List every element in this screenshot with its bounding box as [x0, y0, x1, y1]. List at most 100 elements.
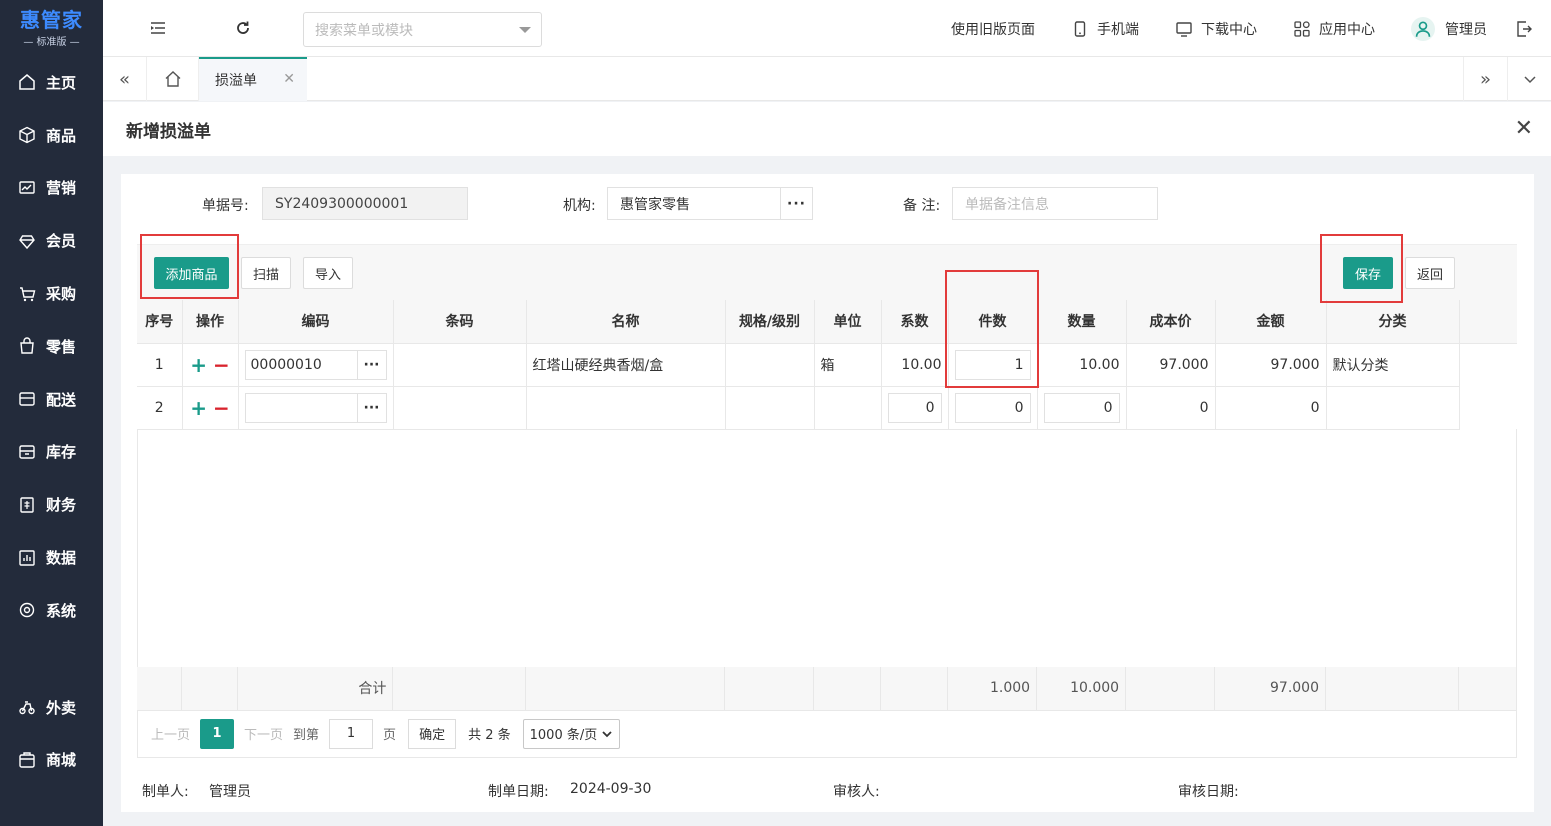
tab-close-icon[interactable]: ✕: [283, 71, 295, 87]
download-center-label: 下载中心: [1201, 21, 1257, 38]
total-cell: [1125, 667, 1216, 711]
menu-toggle-icon[interactable]: [147, 17, 169, 39]
sidebar-item-delivery[interactable]: 配送: [0, 373, 103, 426]
chevron-down-icon: [602, 730, 612, 737]
sidebar-item-mall[interactable]: 商城: [0, 734, 103, 787]
total-table: 合计 1.000 10.000 97.000: [137, 667, 1518, 711]
total-row: 合计 1.000 10.000 97.000: [137, 667, 1518, 711]
remove-row-icon[interactable]: −: [213, 353, 230, 377]
total-cell: [392, 667, 527, 711]
goto-page-input[interactable]: 1: [329, 718, 374, 749]
code-input[interactable]: 00000010 ···: [244, 349, 387, 380]
add-row-icon[interactable]: +: [190, 353, 207, 377]
total-cell: [724, 667, 815, 711]
add-goods-button[interactable]: 添加商品: [154, 257, 229, 289]
row-factor: 10.00: [881, 343, 949, 387]
code-picker-more-icon[interactable]: ···: [356, 393, 386, 422]
row-amount: 97.000: [1215, 343, 1327, 387]
page-header: 新增损溢单 ✕: [103, 102, 1551, 156]
logo-title: 惠管家: [20, 7, 83, 32]
inventory-icon: [18, 443, 36, 461]
page-size-select[interactable]: 1000 条/页: [522, 718, 621, 749]
menu-search-select[interactable]: 搜索菜单或模块: [303, 12, 542, 47]
qty-input[interactable]: 0: [1043, 392, 1120, 423]
code-value: 00000010: [250, 356, 322, 373]
tabs-scroll-left-icon[interactable]: «: [103, 57, 147, 101]
back-button[interactable]: 返回: [1405, 257, 1455, 289]
column-header: 操作: [182, 300, 239, 344]
logout-icon: [1517, 20, 1532, 37]
row-qty: 10.00: [1037, 343, 1127, 387]
search-placeholder: 搜索菜单或模块: [315, 22, 413, 39]
total-cell: [1458, 667, 1518, 711]
code-input[interactable]: ···: [244, 392, 387, 423]
column-header: 件数: [948, 300, 1038, 344]
sidebar-item-system[interactable]: 系统: [0, 584, 103, 637]
sidebar-item-data[interactable]: 数据: [0, 531, 103, 584]
sidebar-item-box[interactable]: 商品: [0, 109, 103, 162]
org-field[interactable]: 惠管家零售 ···: [607, 187, 813, 220]
row-filler: [1459, 386, 1517, 429]
app-center-link[interactable]: 应用中心: [1293, 19, 1375, 39]
doc-no-value: SY2409300000001: [275, 195, 409, 212]
sidebar-item-member[interactable]: 会员: [0, 214, 103, 267]
save-button[interactable]: 保存: [1343, 257, 1393, 289]
sidebar-item-label: 零售: [46, 337, 77, 356]
total-qty: 10.000: [1036, 667, 1127, 711]
retail-icon: [18, 337, 36, 355]
user-menu[interactable]: 管理员: [1411, 16, 1487, 41]
row-qty-cell: 0: [1037, 386, 1127, 430]
sidebar-item-inventory[interactable]: 库存: [0, 426, 103, 479]
logout-button[interactable]: [1515, 20, 1533, 38]
column-header: 规格/级别: [725, 300, 815, 344]
audit-date-label: 审核日期:: [1178, 784, 1239, 800]
org-value: 惠管家零售: [620, 196, 690, 213]
sidebar-item-purchase[interactable]: 采购: [0, 267, 103, 320]
old-page-label: 使用旧版页面: [951, 21, 1035, 38]
mall-icon: [18, 751, 36, 769]
remark-input[interactable]: 单据备注信息: [952, 187, 1158, 220]
pieces-input[interactable]: 0: [954, 392, 1031, 423]
sidebar-item-label: 商品: [46, 126, 77, 145]
home-tab-icon[interactable]: [147, 57, 199, 101]
goods-table: 序号 操作 编码 条码 名称 规格/级别 单位 系数 件数 数量 成本价 金额 分类 1 + − 0000…: [137, 300, 1517, 430]
phone-icon: [1074, 20, 1086, 37]
sidebar-item-retail[interactable]: 零售: [0, 320, 103, 373]
sidebar-item-label: 外卖: [46, 698, 77, 717]
next-page-button[interactable]: 下一页: [244, 724, 283, 743]
add-row-icon[interactable]: +: [190, 396, 207, 420]
tabs-dropdown-icon[interactable]: [1507, 57, 1551, 101]
sidebar-item-home[interactable]: 主页: [0, 56, 103, 109]
pieces-input[interactable]: 1: [954, 349, 1031, 380]
close-icon[interactable]: ✕: [1515, 116, 1533, 141]
import-button[interactable]: 导入: [303, 257, 353, 289]
sidebar-item-marketing[interactable]: 营销: [0, 162, 103, 215]
sidebar-item-finance[interactable]: 财务: [0, 478, 103, 531]
tabs-scroll-right-icon[interactable]: »: [1463, 57, 1507, 101]
prev-page-button[interactable]: 上一页: [151, 724, 190, 743]
refresh-icon[interactable]: [232, 17, 254, 39]
table-row: 1 + − 00000010 ··· 红塔山硬经典香烟/盒 箱 10.00 1 …: [137, 343, 1517, 387]
sidebar-item-takeout[interactable]: 外卖: [0, 681, 103, 734]
row-name: [526, 386, 726, 430]
goto-label: 到第: [293, 728, 320, 743]
code-picker-more-icon[interactable]: ···: [356, 350, 386, 379]
scan-button[interactable]: 扫描: [241, 257, 291, 289]
app: 惠管家 — 标准版 — 主页 商品 营销 会员 采购 零售 配送 库存 财务 数据 系统 外卖 商城 搜…: [0, 0, 1551, 826]
remove-row-icon[interactable]: −: [213, 396, 230, 420]
tab-loss-overflow[interactable]: 损溢单 ✕: [199, 57, 307, 101]
mobile-link[interactable]: 手机端: [1071, 19, 1139, 39]
maker-label: 制单人:: [142, 784, 189, 800]
page-number-current[interactable]: 1: [200, 718, 235, 749]
takeout-icon: [18, 698, 36, 716]
old-page-link[interactable]: 使用旧版页面: [951, 19, 1035, 39]
row-code-cell: ···: [238, 386, 394, 430]
total-cell: [181, 667, 239, 711]
tab-bar: « 损溢单 ✕ »: [103, 57, 1551, 101]
factor-input[interactable]: 0: [887, 392, 942, 423]
doc-no-label: 单据号:: [202, 198, 249, 214]
org-picker-more-icon[interactable]: ···: [780, 188, 812, 219]
goto-confirm-button[interactable]: 确定: [408, 718, 457, 749]
row-unit: 箱: [814, 343, 882, 387]
download-center-link[interactable]: 下载中心: [1175, 19, 1257, 39]
